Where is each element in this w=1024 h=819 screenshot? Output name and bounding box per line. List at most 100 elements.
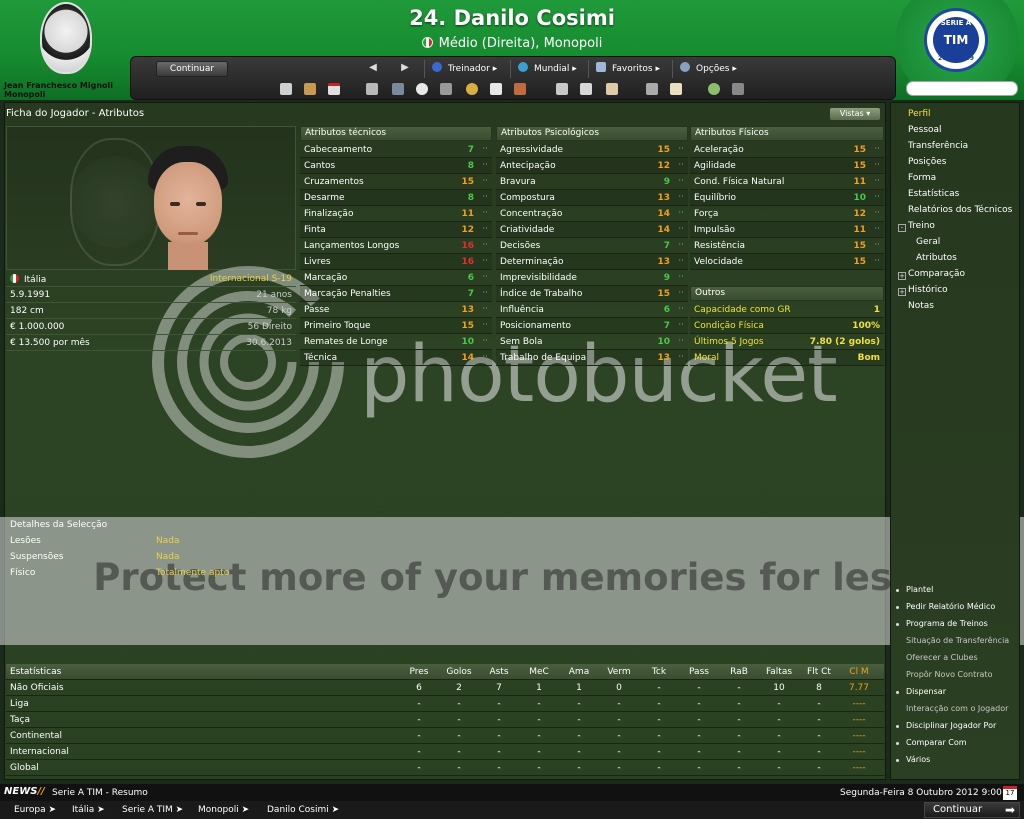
medical-icon[interactable] (490, 83, 502, 95)
inbox-icon[interactable] (304, 83, 316, 95)
menu-favoritos[interactable]: Favoritos ▸ (596, 62, 660, 76)
stats-column-header[interactable]: Tck (639, 667, 679, 677)
action-bullet (896, 606, 899, 609)
player-info-value: 21 anos (256, 290, 292, 300)
other-attribute-name: Condição Física (694, 321, 764, 331)
manager-name-text: Jean Franchesco Mignoli (4, 81, 114, 90)
continue-button-bottom[interactable]: Continuar ➡ (924, 802, 1020, 818)
sidebar-item[interactable]: Comparação (908, 269, 965, 279)
sidebar-item[interactable]: Perfil (908, 109, 931, 119)
sidebar-item[interactable]: Posições (908, 157, 946, 167)
menu-opcoes[interactable]: Opções ▸ (680, 62, 737, 76)
league-badge-logo[interactable]: SERIE A TIM 2008-2009 (924, 8, 988, 72)
sidebar-action[interactable]: Oferecer a Clubes (906, 653, 978, 662)
stats-column-header[interactable]: Faltas (759, 667, 799, 677)
stats-cell: - (577, 715, 581, 725)
attribute-value: 7 (663, 321, 670, 331)
search-input[interactable] (906, 81, 1018, 96)
breadcrumb-item[interactable]: Europa ➤ (14, 805, 56, 815)
stats-column-header[interactable]: Flt Ct (799, 667, 839, 677)
menu-treinador[interactable]: Treinador ▸ (432, 62, 497, 76)
attribute-value: 9 (663, 177, 670, 187)
toolbar-separator (424, 60, 425, 78)
sidebar-item[interactable]: Pessoal (908, 125, 942, 135)
attribute-row: Trabalho de Equipa 13 ·· (496, 350, 688, 366)
hand-icon[interactable] (606, 83, 618, 95)
finances-icon[interactable] (466, 83, 478, 95)
sidebar-action[interactable]: Comparar Com (906, 738, 967, 747)
stats-column-header[interactable]: Cl M (839, 667, 879, 677)
sidebar-item[interactable]: Notas (908, 301, 934, 311)
menu-mundial[interactable]: Mundial ▸ (518, 62, 577, 76)
news-ticker-text[interactable]: Serie A TIM - Resumo (52, 788, 148, 798)
other-attribute-value: Bom (857, 353, 880, 363)
tactics-icon[interactable] (392, 83, 404, 95)
forward-arrow-icon[interactable]: ▶ (396, 62, 414, 76)
sidebar-item[interactable]: Treino (908, 221, 935, 231)
news-logo[interactable]: NEWS// (4, 786, 45, 797)
sidebar-toggle-icon[interactable]: + (898, 288, 906, 296)
stats-column-header[interactable]: RaB (719, 667, 759, 677)
stats-cell: - (537, 699, 541, 709)
sidebar-action[interactable]: Dispensar (906, 687, 946, 696)
sidebar-item[interactable]: Histórico (908, 285, 948, 295)
stats-cell: - (497, 763, 501, 773)
stats-column-header[interactable]: Ama (559, 667, 599, 677)
sidebar-toggle-icon[interactable]: - (898, 224, 906, 232)
sidebar-action[interactable]: Pedir Relatório Médico (906, 602, 995, 611)
stats-column-header[interactable]: Golos (439, 667, 479, 677)
stats-cell: - (657, 683, 661, 693)
training-icon[interactable] (416, 83, 428, 95)
sidebar-item[interactable]: Geral (916, 237, 940, 247)
sidebar-item[interactable]: Relatórios dos Técnicos (908, 205, 1012, 215)
status-icon[interactable] (708, 83, 720, 95)
sidebar-action[interactable]: Propôr Novo Contrato (906, 670, 992, 679)
sidebar-action[interactable]: Interacção com o Jogador (906, 704, 1008, 713)
stats-column-header[interactable]: MeC (519, 667, 559, 677)
stats-column-header[interactable]: Pass (679, 667, 719, 677)
stats-cell: - (577, 699, 581, 709)
stats-cell: - (777, 747, 781, 757)
sidebar-action[interactable]: Plantel (906, 585, 933, 594)
stats-cell: - (777, 731, 781, 741)
stats-column-header[interactable]: Asts (479, 667, 519, 677)
breadcrumb-item[interactable]: Serie A TIM ➤ (122, 805, 183, 815)
calendar-icon[interactable]: 17 (1003, 786, 1017, 800)
stats-column-header[interactable]: Verm (599, 667, 639, 677)
sidebar-item[interactable]: Transferência (908, 141, 968, 151)
views-dropdown-button[interactable]: Vistas ▾ (829, 107, 881, 121)
continue-button[interactable]: Continuar (156, 61, 228, 77)
back-arrow-icon[interactable]: ◀ (364, 62, 382, 76)
search-icon[interactable] (646, 83, 658, 95)
squad-icon[interactable] (366, 83, 378, 95)
player-subtitle: Médio (Direita), Monopoli (0, 36, 1024, 51)
calendar-icon[interactable] (328, 83, 340, 95)
sidebar-action[interactable]: Programa de Treinos (906, 619, 988, 628)
home-icon[interactable] (280, 83, 292, 95)
breadcrumb-item[interactable]: Itália ➤ (72, 805, 105, 815)
notes-icon[interactable] (670, 83, 682, 95)
stats-column-header[interactable]: Pres (399, 667, 439, 677)
sidebar-item[interactable]: Forma (908, 173, 936, 183)
sidebar-action[interactable]: Situação de Transferência (906, 636, 1009, 645)
trophy-icon[interactable] (556, 83, 568, 95)
scouting-icon[interactable] (440, 83, 452, 95)
sidebar-item[interactable]: Atributos (916, 253, 957, 263)
news-icon[interactable] (580, 83, 592, 95)
breadcrumb-item[interactable]: Danilo Cosimi ➤ (267, 805, 339, 815)
attribute-row: Cabeceamento 7 ·· (300, 142, 492, 158)
attribute-name: Antecipação (500, 161, 556, 171)
stats-row: Global - - - - - - - - - - - ---- (6, 760, 884, 776)
sidebar-item[interactable]: Estatísticas (908, 189, 959, 199)
sidebar-action[interactable]: Disciplinar Jogador Por (906, 721, 996, 730)
manager-icon (432, 62, 442, 72)
transfers-icon[interactable] (514, 83, 526, 95)
action-bullet (896, 725, 899, 728)
stats-cell: - (697, 683, 701, 693)
settings-icon[interactable] (732, 83, 744, 95)
stats-row-label: Taça (10, 715, 30, 725)
manager-name[interactable]: Jean Franchesco Mignoli Monopoli (4, 81, 113, 99)
sidebar-toggle-icon[interactable]: + (898, 272, 906, 280)
breadcrumb-item[interactable]: Monopoli ➤ (198, 805, 249, 815)
sidebar-action[interactable]: Vários (906, 755, 930, 764)
